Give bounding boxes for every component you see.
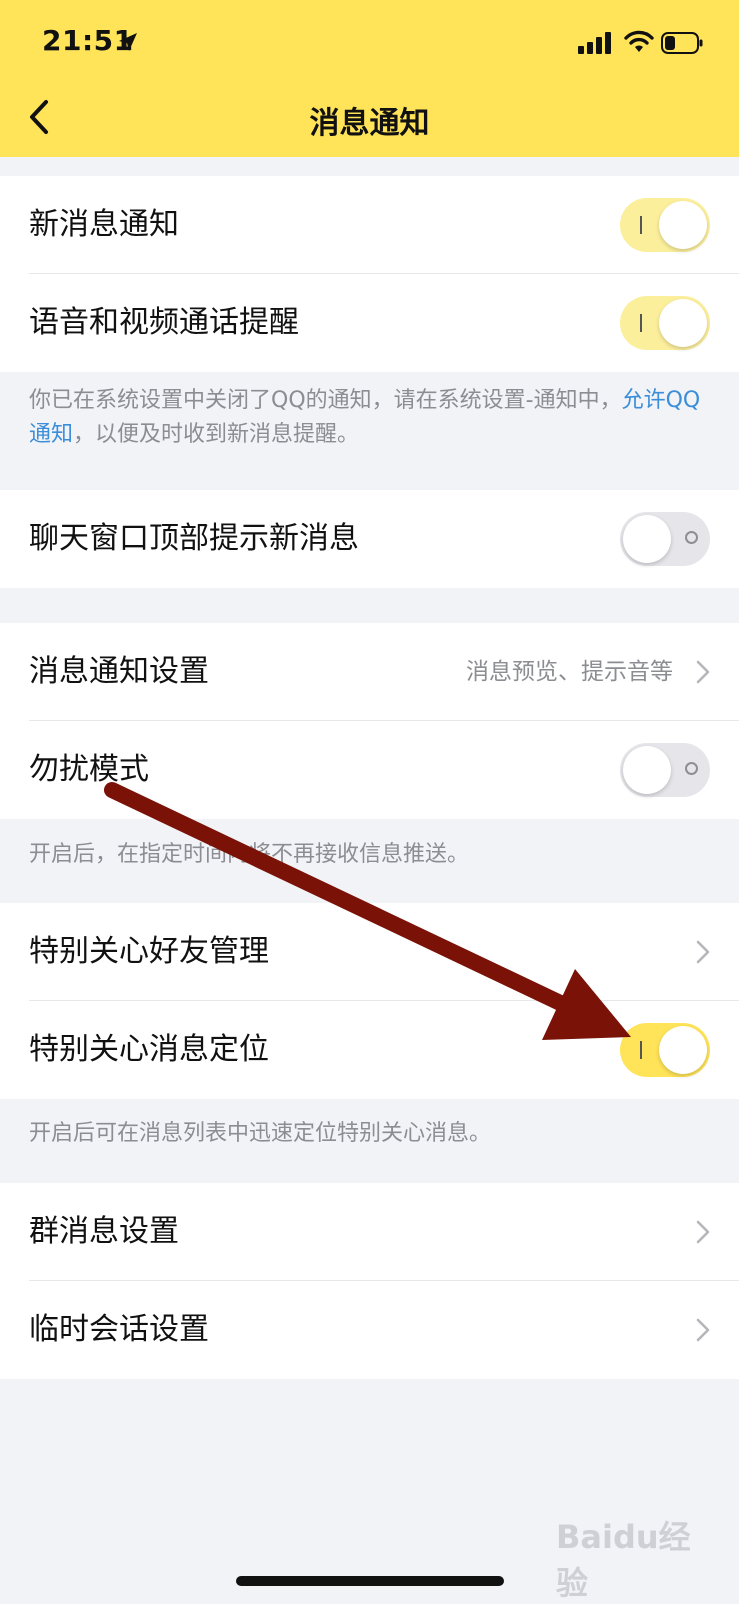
row-label: 勿扰模式 [29,752,149,787]
group-notify-settings: 消息通知设置 消息预览、提示音等 勿扰模式 [0,623,739,819]
system-notice: 你已在系统设置中关闭了QQ的通知，请在系统设置-通知中，允许QQ通知，以便及时收… [29,384,709,452]
signal-icon [578,32,611,54]
toggle-on-mark [640,1041,642,1059]
toggle-on-mark [640,314,642,332]
toggle-on-mark [640,216,642,234]
row-new-message-notify[interactable]: 新消息通知 [0,176,739,274]
new-message-notify-toggle[interactable] [620,198,710,252]
row-chat-top-notify[interactable]: 聊天窗口顶部提示新消息 [0,490,739,588]
notice-text: ，以便及时收到新消息提醒。 [73,422,360,447]
row-label: 群消息设置 [29,1214,179,1249]
chat-top-notify-toggle[interactable] [620,512,710,566]
battery-icon [661,32,703,54]
wifi-icon [624,30,654,52]
special-care-locate-toggle[interactable] [620,1023,710,1077]
row-temp-session-settings[interactable]: 临时会话设置 [0,1281,739,1379]
row-label: 临时会话设置 [29,1312,209,1347]
row-label: 聊天窗口顶部提示新消息 [29,521,359,556]
special-care-note: 开启后可在消息列表中迅速定位特别关心消息。 [29,1121,492,1146]
toggle-knob [623,515,671,563]
toggle-knob [659,1026,707,1074]
home-indicator[interactable] [236,1576,504,1586]
toggle-knob [659,201,707,249]
group-notifications: 新消息通知 语音和视频通话提醒 [0,176,739,372]
group-chat-window: 聊天窗口顶部提示新消息 [0,490,739,588]
row-label: 特别关心好友管理 [29,934,269,969]
group-session-settings: 群消息设置 临时会话设置 [0,1183,739,1379]
row-label: 特别关心消息定位 [29,1032,269,1067]
chevron-right-icon [696,940,710,964]
row-notify-settings[interactable]: 消息通知设置 消息预览、提示音等 [0,623,739,721]
call-reminder-toggle[interactable] [620,296,710,350]
row-call-reminder[interactable]: 语音和视频通话提醒 [0,274,739,372]
chevron-right-icon [696,1318,710,1342]
row-special-care-locate[interactable]: 特别关心消息定位 [0,1001,739,1099]
chevron-right-icon [696,660,710,684]
row-group-message-settings[interactable]: 群消息设置 [0,1183,739,1281]
group-special-care: 特别关心好友管理 特别关心消息定位 [0,903,739,1099]
toggle-off-mark [685,762,698,775]
chevron-right-icon [696,1220,710,1244]
location-arrow-icon [119,33,137,51]
toggle-off-mark [685,531,698,544]
page-title: 消息通知 [309,106,430,141]
row-special-care-manage[interactable]: 特别关心好友管理 [0,903,739,1001]
notice-text: 你已在系统设置中关闭了QQ的通知，请在系统设置-通知中， [29,388,622,413]
top-bar: 21:51 消息通知 [0,0,739,157]
toggle-knob [659,299,707,347]
row-label: 语音和视频通话提醒 [29,305,299,340]
row-value: 消息预览、提示音等 [466,659,673,685]
dnd-note: 开启后，在指定时间内将不再接收信息推送。 [29,842,470,867]
row-do-not-disturb[interactable]: 勿扰模式 [0,721,739,819]
baidu-watermark: Baidu经验 [556,1518,691,1602]
toggle-knob [623,746,671,794]
row-label: 新消息通知 [29,207,179,242]
row-label: 消息通知设置 [29,654,209,689]
do-not-disturb-toggle[interactable] [620,743,710,797]
